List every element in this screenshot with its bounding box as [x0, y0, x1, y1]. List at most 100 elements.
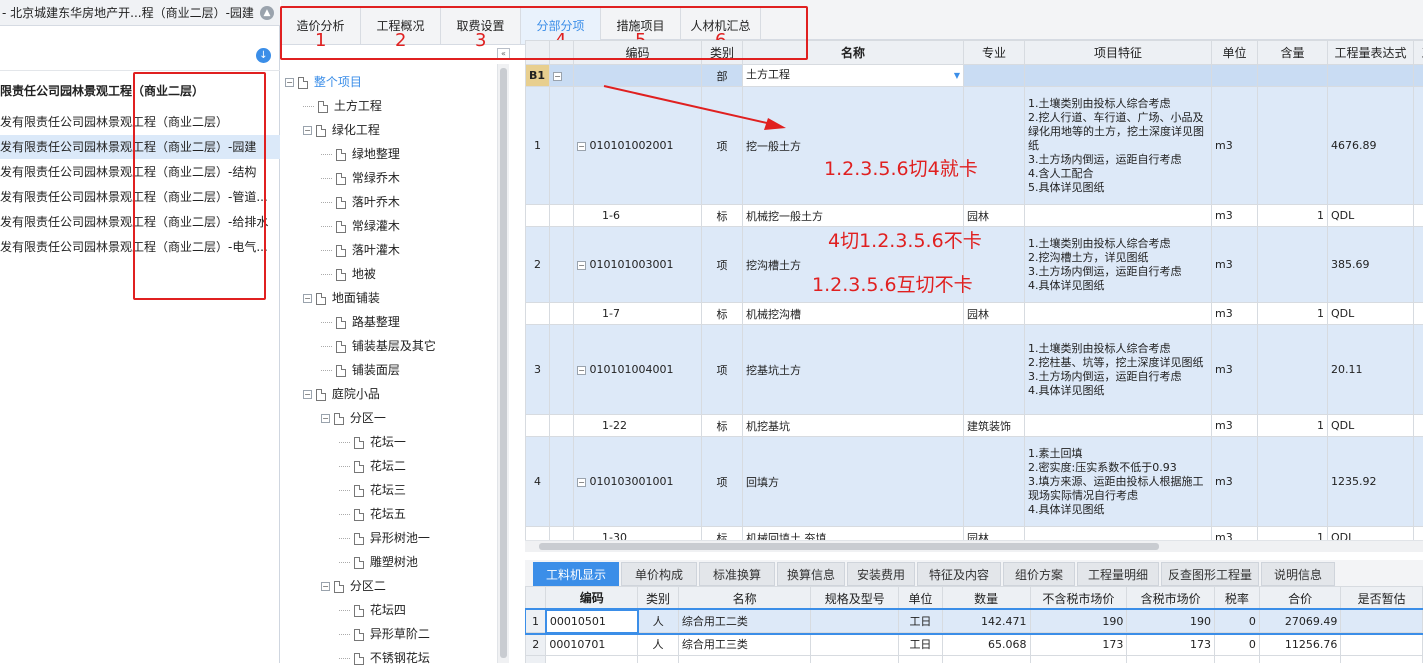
tree-node[interactable]: 铺装基层及其它 — [285, 334, 495, 358]
resource-cell[interactable] — [1215, 656, 1260, 664]
qty-cell[interactable] — [1258, 227, 1328, 303]
qty-cell[interactable] — [1258, 437, 1328, 527]
detail-tab[interactable]: 换算信息 — [777, 562, 845, 586]
unit-cell[interactable]: m3 — [1212, 87, 1258, 205]
unit-cell[interactable]: m3 — [1212, 303, 1258, 325]
feature-cell[interactable] — [1025, 527, 1212, 541]
tree-node[interactable]: 土方工程 — [285, 94, 495, 118]
resource-cell[interactable]: 00010701 — [546, 633, 638, 656]
resource-col-header[interactable]: 不含税市场价 — [1030, 587, 1127, 610]
resource-row[interactable]: 200010701人综合用工三类工日65.068173173011256.76 — [526, 633, 1423, 656]
tree-node[interactable]: 铺装面层 — [285, 358, 495, 382]
grid-col-header[interactable]: 工程量 — [1414, 41, 1423, 65]
resource-cell[interactable]: 173 — [1127, 633, 1215, 656]
tree-node[interactable]: − 分区一 — [285, 406, 495, 430]
resource-row[interactable]: 100010501人综合用工二类工日142.471190190027069.49 — [526, 610, 1423, 633]
collapse-up-icon[interactable]: ▲ — [260, 6, 274, 20]
amount-cell[interactable]: 467 — [1414, 205, 1423, 227]
name-cell[interactable]: 机械回填土 夯填 — [743, 527, 964, 541]
collapse-toggle-icon[interactable]: − — [303, 294, 312, 303]
feature-cell[interactable]: 1.素土回填2.密实度:压实系数不低于0.933.填方来源、运距由投标人根据施工… — [1025, 437, 1212, 527]
major-cell[interactable]: 园林 — [964, 205, 1025, 227]
table-row[interactable]: 1-30标机械回填土 夯填园林m31QDL123 — [526, 527, 1423, 541]
detail-tab[interactable]: 特征及内容 — [917, 562, 1001, 586]
major-cell[interactable]: 建筑装饰 — [964, 415, 1025, 437]
amount-cell[interactable]: 123 — [1414, 527, 1423, 541]
resource-cell[interactable] — [1341, 656, 1423, 664]
empty-cell[interactable] — [1414, 65, 1423, 87]
resource-cell[interactable] — [678, 656, 811, 664]
grid-col-header[interactable]: 单位 — [1212, 41, 1258, 65]
resource-cell[interactable] — [1259, 656, 1341, 664]
detail-tab[interactable]: 组价方案 — [1003, 562, 1075, 586]
collapse-toggle-icon[interactable]: − — [577, 478, 586, 487]
resource-cell[interactable] — [1341, 610, 1423, 633]
grid-col-header[interactable]: 专业 — [964, 41, 1025, 65]
resource-cell[interactable]: 27069.49 — [1259, 610, 1341, 633]
resource-cell[interactable]: 142.471 — [942, 610, 1030, 633]
code-cell[interactable]: − 010101004001 — [574, 325, 702, 415]
code-cell[interactable]: 1-22 — [574, 415, 702, 437]
grid-hscrollbar[interactable] — [525, 540, 1423, 552]
qty-cell[interactable]: 1 — [1258, 205, 1328, 227]
tree-node[interactable]: − 分区二 — [285, 574, 495, 598]
tree-node[interactable]: 落叶灌木 — [285, 238, 495, 262]
resource-cell[interactable]: 综合用工二类 — [678, 610, 811, 633]
resource-col-header[interactable]: 税率 — [1215, 587, 1260, 610]
resource-cell[interactable]: 11256.76 — [1259, 633, 1341, 656]
expr-cell[interactable]: QDL — [1328, 527, 1414, 541]
resource-col-header[interactable]: 合价 — [1259, 587, 1341, 610]
unit-cell[interactable]: m3 — [1212, 415, 1258, 437]
amount-cell[interactable]: 2 — [1414, 415, 1423, 437]
resource-cell[interactable]: 0 — [1215, 633, 1260, 656]
unit-cell[interactable]: m3 — [1212, 205, 1258, 227]
tree-node[interactable]: 花坛三 — [285, 478, 495, 502]
tree-node[interactable]: − 地面铺装 — [285, 286, 495, 310]
tree-node[interactable]: 异形树池一 — [285, 526, 495, 550]
download-icon[interactable]: ↓ — [256, 48, 271, 63]
unit-cell[interactable]: m3 — [1212, 437, 1258, 527]
unit-cell[interactable]: m3 — [1212, 325, 1258, 415]
tree-node[interactable]: 异形草阶二 — [285, 622, 495, 646]
unit-cell[interactable]: m3 — [1212, 227, 1258, 303]
detail-tab[interactable]: 单价构成 — [621, 562, 697, 586]
empty-cell[interactable] — [1258, 65, 1328, 87]
feature-cell[interactable]: 1.土壤类别由投标人综合考虑2.挖人行道、车行道、广场、小品及绿化用地等的土方，… — [1025, 87, 1212, 205]
detail-tab[interactable]: 说明信息 — [1261, 562, 1335, 586]
resource-col-header[interactable]: 是否暂估 — [1341, 587, 1423, 610]
type-cell[interactable]: 标 — [702, 205, 743, 227]
resource-col-header[interactable]: 名称 — [678, 587, 811, 610]
resource-col-header[interactable]: 类别 — [638, 587, 679, 610]
tree-node[interactable]: 常绿灌木 — [285, 214, 495, 238]
code-cell[interactable]: 1-7 — [574, 303, 702, 325]
resource-cell[interactable]: 190 — [1030, 610, 1127, 633]
expr-cell[interactable]: QDL — [1328, 205, 1414, 227]
detail-tab[interactable]: 标准换算 — [699, 562, 775, 586]
resource-cell[interactable] — [1030, 656, 1127, 664]
resource-col-header[interactable]: 含税市场价 — [1127, 587, 1215, 610]
tree-node[interactable]: − 庭院小品 — [285, 382, 495, 406]
name-cell[interactable]: 机械挖一般土方 — [743, 205, 964, 227]
resource-cell[interactable] — [1127, 656, 1215, 664]
feature-cell[interactable] — [1025, 303, 1212, 325]
collapse-toggle-icon[interactable]: − — [321, 414, 330, 423]
tree-node[interactable]: − 绿化工程 — [285, 118, 495, 142]
type-cell[interactable]: 项 — [702, 325, 743, 415]
major-cell[interactable] — [964, 325, 1025, 415]
empty-cell[interactable] — [1212, 65, 1258, 87]
name-cell[interactable]: 回填方 — [743, 437, 964, 527]
collapse-toggle-icon[interactable]: − — [553, 72, 562, 81]
resource-cell[interactable]: 综合用工三类 — [678, 633, 811, 656]
expr-cell[interactable]: 1235.92 — [1328, 437, 1414, 527]
tree-node[interactable]: 绿地整理 — [285, 142, 495, 166]
resource-cell[interactable] — [811, 633, 899, 656]
expr-cell[interactable]: 20.11 — [1328, 325, 1414, 415]
qty-cell[interactable] — [1258, 87, 1328, 205]
name-cell[interactable]: 机械挖沟槽 — [743, 303, 964, 325]
resource-col-header[interactable]: 单位 — [899, 587, 943, 610]
resource-cell[interactable]: 工日 — [899, 633, 943, 656]
resource-cell[interactable] — [899, 656, 943, 664]
type-cell[interactable]: 项 — [702, 227, 743, 303]
type-cell[interactable]: 标 — [702, 303, 743, 325]
amount-cell[interactable]: 38 — [1414, 303, 1423, 325]
